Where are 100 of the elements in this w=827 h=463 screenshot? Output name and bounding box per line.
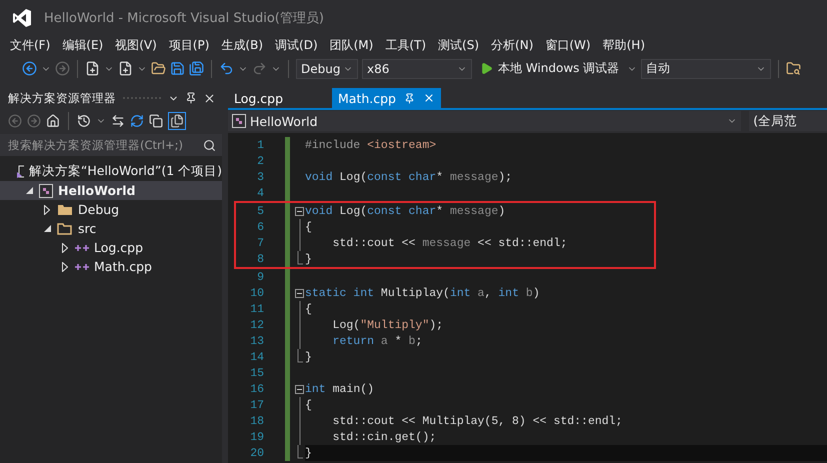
save-icon[interactable]: [170, 61, 185, 76]
code-line: std::cout << message << std::endl;: [332, 236, 568, 250]
line-number: 15: [250, 366, 264, 380]
line-number: 14: [250, 350, 264, 364]
configuration-dropdown[interactable]: Debug: [296, 58, 358, 78]
expanded-arrow-icon[interactable]: [26, 187, 32, 194]
menu-item[interactable]: 窗口(W): [539, 36, 597, 54]
window-title: HelloWorld - Microsoft Visual Studio(管理员): [44, 10, 324, 26]
menu-item[interactable]: 生成(B): [215, 36, 270, 54]
collapse-icon[interactable]: [295, 288, 304, 298]
code-line: return a * b;: [332, 334, 422, 348]
code-line: #include <iostream>: [305, 138, 436, 152]
tree-item[interactable]: HelloWorld: [0, 181, 222, 200]
forward-icon[interactable]: [27, 114, 41, 128]
project-dropdown[interactable]: HelloWorld: [228, 111, 742, 131]
forward-icon[interactable]: [55, 61, 70, 76]
collapse-icon[interactable]: [295, 384, 304, 394]
expanded-arrow-icon[interactable]: [44, 225, 50, 232]
menu-item[interactable]: 团队(M): [324, 36, 380, 54]
tree-label: 解决方案“HelloWorld”(1 个项目): [28, 163, 222, 180]
pin-icon[interactable]: [404, 92, 415, 104]
mode-dropdown[interactable]: 自动: [641, 58, 772, 78]
sync-icon[interactable]: [111, 114, 125, 128]
open-folder-icon[interactable]: [151, 61, 166, 76]
code-line: std::cout << Multiplay(5, 8) << std::endl;: [332, 414, 622, 428]
line-number: 10: [250, 286, 264, 300]
line-number: 6: [257, 220, 264, 234]
line-number: 20: [250, 446, 264, 460]
file-tab[interactable]: Math.cpp: [332, 88, 441, 108]
line-number: 11: [250, 302, 264, 316]
pin-icon[interactable]: [185, 92, 197, 104]
code-line: {: [305, 220, 312, 234]
tree-label: Math.cpp: [94, 259, 152, 274]
menu-item[interactable]: 测试(S): [432, 36, 486, 54]
close-icon[interactable]: [203, 92, 216, 104]
line-number: 8: [257, 252, 264, 266]
line-number: 4: [257, 186, 264, 200]
open-folder-icon: [57, 222, 73, 235]
new-file-icon[interactable]: [85, 61, 100, 76]
menu-item[interactable]: 文件(F): [4, 36, 56, 54]
line-number: 1: [257, 138, 264, 152]
line-number: 5: [257, 204, 264, 218]
play-icon: [480, 62, 493, 75]
folder-icon: [57, 203, 73, 216]
back-icon[interactable]: [22, 61, 37, 76]
cpp-file-icon: [75, 262, 89, 272]
code-line: {: [305, 398, 312, 412]
home-icon[interactable]: [46, 114, 60, 128]
visual-studio-logo: [12, 8, 32, 28]
tree-item[interactable]: Debug: [0, 200, 222, 219]
menu-item[interactable]: 视图(V): [109, 36, 163, 54]
code-line: }: [305, 446, 312, 460]
menu-item[interactable]: 工具(T): [379, 36, 432, 54]
collapse-all-icon[interactable]: [149, 114, 163, 128]
menu-item[interactable]: 编辑(E): [56, 36, 110, 54]
tree-label: Debug: [78, 202, 120, 217]
close-icon[interactable]: [422, 92, 435, 104]
code-line: void Log(const char* message): [305, 204, 506, 218]
run-button[interactable]: 本地 Windows 调试器: [476, 60, 624, 77]
line-number: 16: [250, 382, 264, 396]
cpp-file-icon: [75, 242, 89, 252]
code-line: }: [305, 350, 312, 364]
menu-item[interactable]: 调试(D): [269, 36, 324, 54]
back-icon[interactable]: [8, 114, 22, 128]
search-icon[interactable]: [203, 138, 216, 152]
menu-item[interactable]: 项目(P): [162, 36, 216, 54]
tree-item[interactable]: Math.cpp: [0, 257, 222, 276]
add-item-icon[interactable]: [118, 61, 133, 76]
line-number: 19: [250, 430, 264, 444]
find-in-files-icon[interactable]: [786, 61, 802, 76]
line-number: 2: [257, 154, 264, 168]
line-number: 9: [257, 270, 264, 284]
refresh-icon[interactable]: [130, 114, 144, 128]
line-number: 12: [250, 318, 264, 332]
code-line: static int Multiplay(int a, int b): [305, 286, 540, 300]
file-tab[interactable]: Log.cpp: [228, 88, 332, 108]
line-number: 3: [257, 170, 264, 184]
undo-icon[interactable]: [219, 61, 234, 76]
code-line: std::cin.get();: [332, 430, 436, 444]
history-icon[interactable]: [77, 114, 91, 128]
menu-item[interactable]: 帮助(H): [596, 36, 651, 54]
code-line: }: [305, 252, 312, 266]
menu-item[interactable]: 分析(N): [485, 36, 540, 54]
redo-icon[interactable]: [252, 61, 267, 76]
show-all-files-button[interactable]: [168, 112, 186, 130]
tree-item[interactable]: 解决方案“HelloWorld”(1 个项目): [0, 162, 222, 181]
tree-label: HelloWorld: [58, 183, 136, 198]
collapse-icon[interactable]: [295, 206, 304, 216]
tree-item[interactable]: Log.cpp: [0, 238, 222, 257]
solution-icon: [16, 164, 24, 178]
code-line: {: [305, 302, 312, 316]
platform-dropdown[interactable]: x86: [362, 58, 472, 78]
project-icon: [39, 184, 53, 198]
collapsed-arrow-icon[interactable]: [44, 204, 50, 214]
search-field[interactable]: 搜索解决方案资源管理器(Ctrl+;): [0, 134, 222, 156]
code-line: void Log(const char* message);: [305, 170, 512, 184]
panel-title: 解决方案资源管理器: [8, 90, 116, 106]
tree-item[interactable]: src: [0, 219, 222, 238]
scope-dropdown[interactable]: (全局范: [749, 111, 827, 131]
save-all-icon[interactable]: [189, 61, 204, 76]
